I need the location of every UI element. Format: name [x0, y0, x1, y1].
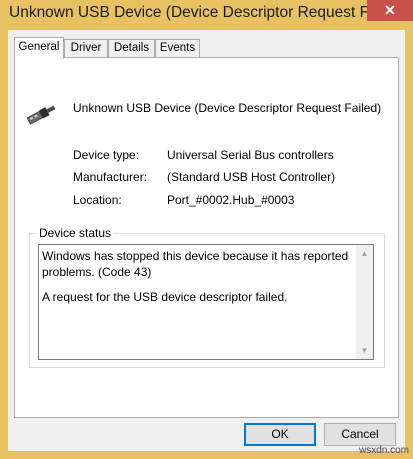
location-label: Location:: [73, 193, 122, 207]
status-line: A request for the USB device descriptor …: [42, 290, 288, 304]
cancel-button[interactable]: Cancel: [324, 423, 396, 446]
vertical-scrollbar[interactable]: ▲ ▼: [356, 245, 373, 359]
ok-button[interactable]: OK: [244, 423, 316, 446]
window-title: Unknown USB Device (Device Descriptor Re…: [9, 4, 369, 21]
device-type-value: Universal Serial Bus controllers: [167, 148, 334, 162]
device-status-group: Device status Windows has stopped this d…: [29, 226, 385, 368]
device-status-textbox[interactable]: Windows has stopped this device because …: [38, 244, 374, 360]
manufacturer-label: Manufacturer:: [73, 170, 148, 184]
tab-driver[interactable]: Driver: [64, 39, 108, 58]
close-button[interactable]: ✕: [367, 0, 413, 21]
manufacturer-value: (Standard USB Host Controller): [167, 170, 336, 184]
properties-window: Unknown USB Device (Device Descriptor Re…: [0, 0, 413, 459]
device-status-label: Device status: [37, 226, 114, 240]
scroll-up-icon[interactable]: ▲: [356, 245, 373, 262]
tab-general[interactable]: General: [14, 37, 64, 59]
status-line: Windows has stopped this device because …: [42, 249, 349, 279]
location-value: Port_#0002.Hub_#0003: [167, 193, 295, 207]
device-type-label: Device type:: [73, 148, 140, 162]
tab-events[interactable]: Events: [155, 39, 200, 58]
title-bar[interactable]: Unknown USB Device (Device Descriptor Re…: [0, 0, 413, 30]
device-name: Unknown USB Device (Device Descriptor Re…: [73, 101, 382, 115]
watermark: wsxdn.com: [358, 445, 409, 456]
dialog-client-area: General Driver Details Events Unknown US…: [8, 30, 405, 451]
device-status-text: Windows has stopped this device because …: [42, 248, 352, 314]
usb-plug-icon: [26, 105, 56, 125]
tab-details[interactable]: Details: [108, 39, 155, 58]
general-tab-panel: Unknown USB Device (Device Descriptor Re…: [14, 57, 399, 418]
scroll-down-icon[interactable]: ▼: [356, 342, 373, 359]
